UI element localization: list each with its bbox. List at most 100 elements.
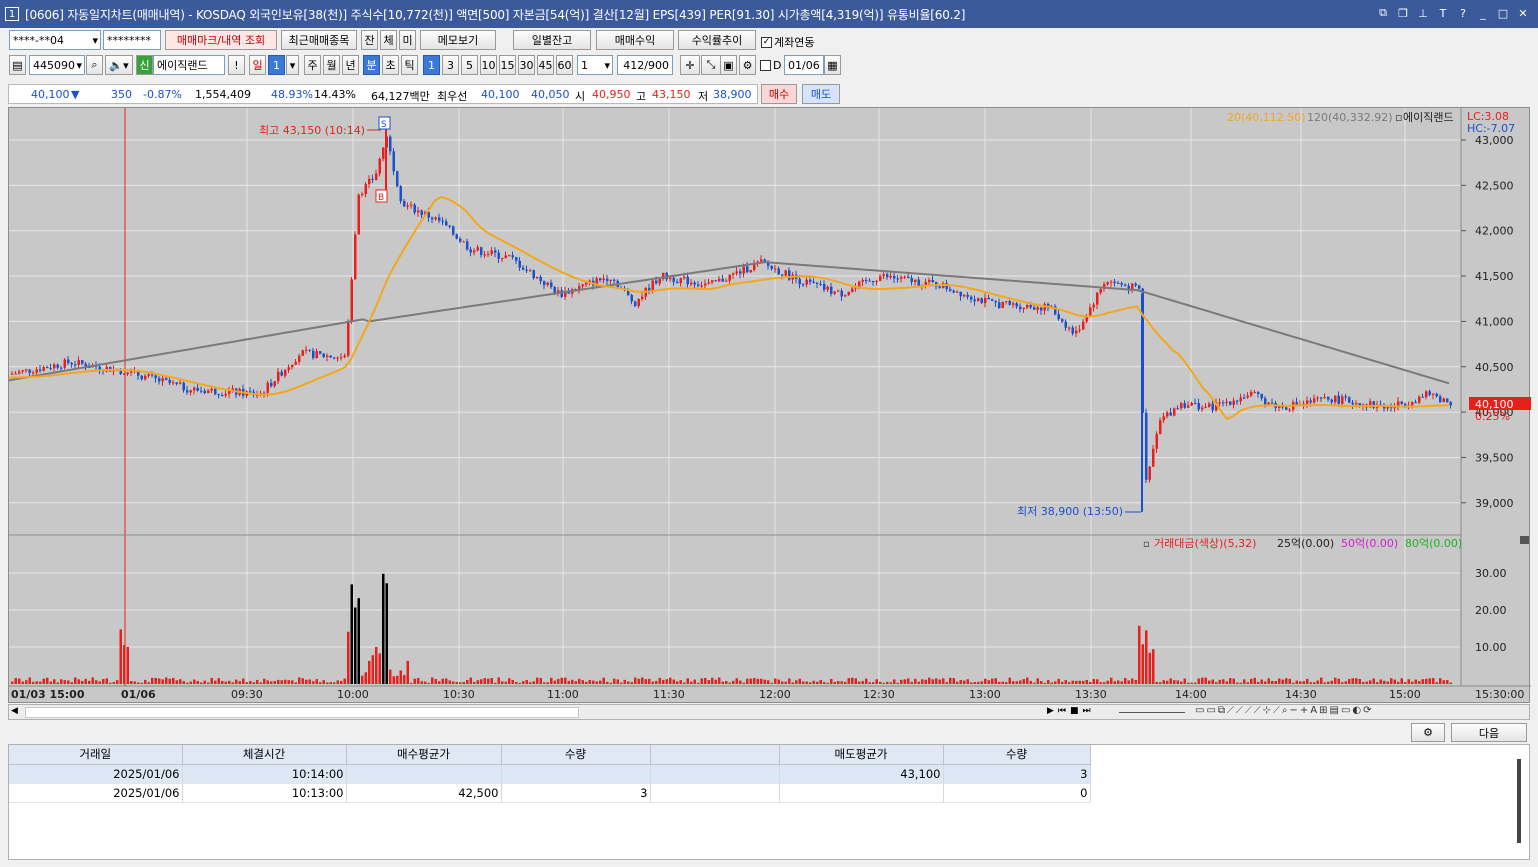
- minute-30[interactable]: 30: [518, 55, 535, 75]
- date-checkbox[interactable]: D: [760, 59, 781, 72]
- link-icon[interactable]: ⧉: [1376, 6, 1390, 20]
- grid-scrollbar[interactable]: [1517, 759, 1521, 843]
- maximize-icon[interactable]: □: [1496, 6, 1510, 20]
- save-icon[interactable]: ▣: [720, 55, 737, 75]
- rewind-icon[interactable]: ⏮: [1058, 706, 1066, 716]
- table-row[interactable]: 2025/01/06 10:14:00 43,100 3: [9, 764, 1091, 784]
- minute-1[interactable]: 1: [423, 55, 440, 75]
- minimize-icon[interactable]: _: [1476, 6, 1490, 20]
- candle-body: [497, 252, 500, 259]
- volume-bar: [679, 680, 682, 684]
- next-button[interactable]: 다음: [1451, 723, 1527, 742]
- volume-bar: [669, 677, 672, 684]
- stop-icon[interactable]: ■: [1070, 706, 1079, 716]
- col-exec-time[interactable]: 체결시간: [182, 745, 347, 765]
- return-trend-button[interactable]: 수익률추이: [678, 30, 756, 50]
- font-icon[interactable]: T: [1436, 6, 1450, 20]
- sell-mark-label: S: [381, 120, 387, 130]
- fast-forward-icon[interactable]: ⏭: [1083, 706, 1091, 716]
- candle-body: [357, 194, 360, 235]
- period-week[interactable]: 주: [304, 55, 321, 75]
- candle-body: [1327, 396, 1330, 400]
- period-second[interactable]: 초: [382, 55, 399, 75]
- chart-menu-icon[interactable]: ▤: [9, 55, 26, 75]
- scroll-left-icon[interactable]: ◀: [11, 706, 18, 716]
- candle-body: [816, 282, 819, 284]
- stock-code-input[interactable]: 445090 ▾: [29, 55, 85, 75]
- executed-tab[interactable]: 체: [380, 30, 397, 50]
- period-day[interactable]: 일: [249, 55, 266, 75]
- count-input[interactable]: 412/900: [617, 55, 673, 75]
- candle-body: [1057, 314, 1060, 320]
- price-tick-label: 39,000: [1475, 497, 1514, 510]
- volume-bar: [21, 681, 24, 684]
- cell-buy-avg: 42,500: [346, 783, 502, 803]
- col-buy-qty[interactable]: 수량: [501, 745, 651, 765]
- volume-bar: [1236, 682, 1239, 684]
- unexecuted-tab[interactable]: 미: [399, 30, 416, 50]
- col-buy-avg[interactable]: 매수평균가: [346, 745, 502, 765]
- cell-sell-avg: 43,100: [779, 764, 944, 784]
- period-month[interactable]: 월: [323, 55, 340, 75]
- account-select[interactable]: ****-**04 ▾: [9, 30, 101, 50]
- period-day-count[interactable]: 1: [268, 55, 285, 75]
- minute-15[interactable]: 15: [499, 55, 516, 75]
- copy-window-icon[interactable]: ❐: [1396, 6, 1410, 20]
- password-field[interactable]: ********: [103, 30, 161, 50]
- volume-bar: [1078, 680, 1081, 684]
- volume-bar: [658, 677, 661, 684]
- candle-body: [336, 357, 339, 359]
- volume-bar: [172, 677, 175, 684]
- volume-bar: [165, 677, 168, 684]
- balance-tab[interactable]: 잔: [361, 30, 378, 50]
- calendar-icon[interactable]: ▦: [824, 55, 841, 75]
- chart-area[interactable]: 43,000 42,500 42,000 41,500 41,000 40,500 40,0…: [8, 107, 1531, 704]
- zoom-slider[interactable]: [1119, 712, 1185, 713]
- chart-scrollbar[interactable]: ◀ ▶ ⏮ ■ ⏭ ▭▭⧉⟋⟋⟋⟋⊹⟋⌕−+A⊞▤▭◐⟳: [8, 704, 1530, 720]
- volume-bar: [630, 682, 633, 684]
- memo-button[interactable]: 메모보기: [420, 30, 496, 50]
- pin-icon[interactable]: ⊥: [1416, 6, 1430, 20]
- col-trade-date[interactable]: 거래일: [9, 745, 183, 765]
- drawing-tools[interactable]: ▭▭⧉⟋⟋⟋⟋⊹⟋⌕−+A⊞▤▭◐⟳: [1195, 705, 1374, 716]
- volume-bar: [770, 682, 773, 684]
- crosshair-icon[interactable]: ✛: [680, 55, 700, 75]
- scroll-thumb[interactable]: [25, 707, 579, 718]
- unit-select[interactable]: 1 ▾: [577, 55, 613, 75]
- price-volume-chart[interactable]: 43,00042,50042,00041,50041,00040,50040,0…: [8, 108, 1531, 704]
- date-input[interactable]: 01/06: [784, 55, 824, 75]
- chevron-down-icon[interactable]: ▾: [286, 55, 299, 75]
- search-icon[interactable]: ⌕: [86, 55, 103, 75]
- col-sell-avg[interactable]: 매도평균가: [779, 745, 944, 765]
- gear-icon[interactable]: ⚙: [739, 55, 756, 75]
- scroll-controls[interactable]: ▶ ⏮ ■ ⏭: [1047, 706, 1091, 716]
- close-icon[interactable]: ✕: [1516, 6, 1530, 20]
- account-link-checkbox[interactable]: ✓ 계좌연동: [761, 34, 814, 50]
- minute-5[interactable]: 5: [461, 55, 478, 75]
- volume-bar: [872, 682, 875, 684]
- col-sell-qty[interactable]: 수량: [943, 745, 1091, 765]
- trade-mark-query-button[interactable]: 매매마크/내역 조회: [165, 30, 277, 50]
- minute-10[interactable]: 10: [480, 55, 497, 75]
- settings-button[interactable]: ⚙: [1411, 723, 1445, 742]
- period-minute[interactable]: 분: [363, 55, 380, 75]
- sell-button[interactable]: 매도: [802, 84, 840, 104]
- draw-icon[interactable]: ⤡: [701, 55, 721, 75]
- recent-trades-button[interactable]: 최근매매종목: [281, 30, 357, 50]
- scroll-right-icon[interactable]: ▶: [1047, 706, 1054, 716]
- speaker-icon[interactable]: 🔈▾: [105, 55, 133, 75]
- trade-profit-button[interactable]: 매매수익: [596, 30, 674, 50]
- minute-60[interactable]: 60: [556, 55, 573, 75]
- candle-body: [1173, 408, 1176, 416]
- period-year[interactable]: 년: [342, 55, 359, 75]
- buy-button[interactable]: 매수: [761, 84, 797, 104]
- period-tick[interactable]: 틱: [401, 55, 418, 75]
- candle-body: [371, 178, 374, 180]
- minute-45[interactable]: 45: [537, 55, 554, 75]
- table-row[interactable]: 2025/01/06 10:13:00 42,500 3 0: [9, 783, 1091, 803]
- alert-button[interactable]: !: [228, 55, 245, 75]
- minute-3[interactable]: 3: [442, 55, 459, 75]
- help-icon[interactable]: ?: [1456, 6, 1470, 20]
- daily-balance-button[interactable]: 일별잔고: [513, 30, 591, 50]
- stock-name-field[interactable]: 에이직랜드: [153, 55, 225, 75]
